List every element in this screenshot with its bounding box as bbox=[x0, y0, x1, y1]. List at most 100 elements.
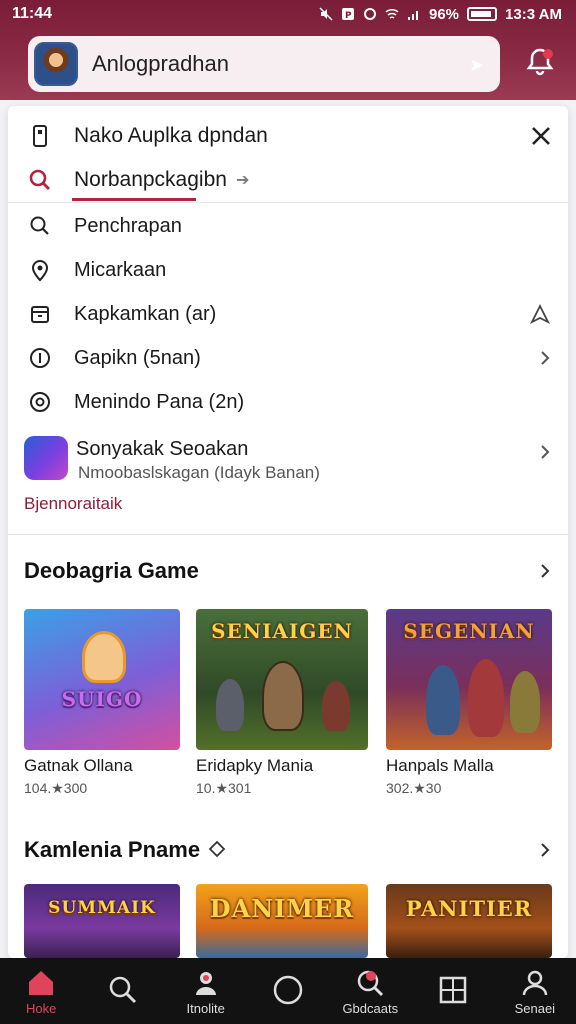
bell-icon[interactable] bbox=[524, 46, 556, 78]
thumbnail-title: SUMMAIK bbox=[48, 898, 156, 918]
game-rating: 104.★300 bbox=[24, 780, 88, 796]
divider bbox=[8, 534, 568, 535]
nav-label: Hoke bbox=[25, 1000, 57, 1016]
thumbnail-title: PANITIER bbox=[405, 896, 533, 921]
alarm-icon bbox=[364, 8, 376, 20]
game-card[interactable]: SENIAIGEN Eridapky Mania 10.★301 bbox=[196, 609, 368, 797]
suggestion-item[interactable]: Menindo Pana (2n) bbox=[8, 382, 568, 422]
status-clock: 13:3 AM bbox=[505, 5, 562, 23]
status-bar: 11:44 P 96% 13:3 AM bbox=[0, 0, 576, 28]
game-card[interactable]: DANIMER bbox=[196, 884, 368, 958]
profile-icon bbox=[522, 970, 548, 995]
phone-icon bbox=[33, 125, 47, 147]
search-query-text[interactable]: Norbanpckagibn bbox=[74, 168, 227, 192]
svg-text:P: P bbox=[345, 11, 352, 21]
section-title[interactable]: Deobagria Game bbox=[24, 558, 199, 584]
status-icons: P 96% 13:3 AM bbox=[319, 6, 562, 23]
suggestion-item[interactable]: Kapkamkan (ar) bbox=[8, 294, 568, 334]
search-icon bbox=[110, 976, 137, 1004]
chevron-right-icon[interactable] bbox=[538, 350, 552, 366]
home-icon bbox=[29, 970, 54, 995]
more-results-link[interactable]: Bjennoraitaik bbox=[24, 494, 122, 514]
notification-icon: P bbox=[342, 8, 354, 21]
game-rating: 302.★30 bbox=[386, 780, 442, 796]
character-figure bbox=[262, 661, 304, 731]
search-icon bbox=[29, 169, 50, 190]
nav-grid[interactable] bbox=[411, 958, 493, 1024]
nav-label: Gbdcaats bbox=[342, 1000, 399, 1016]
thumbnail-title: SENIAIGEN bbox=[211, 619, 353, 643]
arrow-right-icon: ➔ bbox=[236, 172, 250, 189]
chevron-right-icon[interactable] bbox=[538, 444, 552, 460]
diamond-icon bbox=[208, 840, 226, 858]
game-name: Eridapky Mania bbox=[196, 756, 314, 775]
suggested-app-title[interactable]: Sonyakak Seoakan bbox=[76, 438, 248, 461]
thumbnail-title: SEGENIAN bbox=[403, 619, 535, 643]
game-thumbnail[interactable]: SEGENIAN bbox=[386, 609, 552, 750]
panel-title: Nako Auplka dpndan bbox=[74, 124, 268, 147]
target-icon bbox=[30, 392, 50, 412]
suggested-app-subtitle: Nmoobaslskagan (Idayk Banan) bbox=[78, 463, 320, 482]
grid-icon bbox=[439, 976, 466, 1004]
chevron-right-icon[interactable] bbox=[538, 843, 552, 857]
suggestion-label: Kapkamkan (ar) bbox=[74, 302, 217, 325]
game-thumbnail[interactable]: PANITIER bbox=[386, 884, 552, 958]
thumbnail-title: DANIMER bbox=[209, 894, 355, 923]
section-title[interactable]: Kamlenia Pname bbox=[24, 837, 200, 863]
game-thumbnail[interactable]: SUMMAIK bbox=[24, 884, 180, 958]
mute-icon bbox=[319, 7, 333, 21]
nav-label: Senaei bbox=[514, 1000, 556, 1016]
nav-apps[interactable]: Itnolite bbox=[165, 958, 247, 1024]
apps-icon bbox=[195, 971, 216, 995]
search-query-row[interactable]: Norbanpckagibn ➔ bbox=[8, 158, 568, 202]
search-bar-text: Anlogpradhan bbox=[92, 51, 230, 76]
nav-home[interactable]: Hoke bbox=[0, 958, 82, 1024]
character-figure bbox=[82, 631, 126, 683]
nav-label: Itnolite bbox=[186, 1000, 225, 1016]
suggested-app-icon[interactable] bbox=[24, 436, 68, 480]
nav-search[interactable] bbox=[82, 958, 164, 1024]
nav-circle[interactable] bbox=[247, 958, 329, 1024]
character-figure bbox=[216, 679, 244, 731]
suggestion-item[interactable]: Penchrapan bbox=[8, 206, 568, 246]
search-badge-icon bbox=[358, 970, 384, 996]
suggestion-item[interactable]: Micarkaan bbox=[8, 250, 568, 290]
game-card[interactable]: SEGENIAN Hanpals Malla 302.★30 bbox=[386, 609, 552, 797]
status-time: 11:44 bbox=[12, 5, 53, 22]
game-card[interactable]: SUMMAIK bbox=[24, 884, 180, 958]
game-thumbnail[interactable]: SUIGO bbox=[24, 609, 180, 750]
game-card[interactable]: PANITIER bbox=[386, 884, 552, 958]
character-figure bbox=[426, 665, 460, 735]
game-thumbnail[interactable]: DANIMER bbox=[196, 884, 368, 958]
nav-profile[interactable]: Senaei bbox=[494, 958, 576, 1024]
character-figure bbox=[510, 671, 540, 733]
divider bbox=[8, 202, 568, 203]
character-figure bbox=[468, 659, 504, 737]
app-avatar-icon bbox=[34, 42, 78, 86]
close-icon[interactable] bbox=[530, 125, 552, 147]
query-underline bbox=[72, 198, 196, 201]
panel-header: Nako Auplka dpndan bbox=[8, 116, 568, 156]
suggestion-item[interactable]: Gapikn (5nan) bbox=[8, 338, 568, 378]
info-circle-icon bbox=[30, 348, 50, 368]
thumbnail-title: SUIGO bbox=[61, 687, 143, 711]
search-icon bbox=[30, 216, 49, 235]
game-thumbnail[interactable]: SENIAIGEN bbox=[196, 609, 368, 750]
chevron-right-icon[interactable] bbox=[538, 564, 552, 578]
nav-discover[interactable]: Gbdcaats bbox=[329, 958, 411, 1024]
top-bar: 11:44 P 96% 13:3 AM Anlogpradhan ➤ bbox=[0, 0, 576, 100]
search-suggestions-panel: Nako Auplka dpndan Norbanpckagibn ➔ Penc… bbox=[8, 106, 568, 958]
wifi-icon bbox=[385, 8, 399, 19]
location-pin-icon bbox=[31, 260, 49, 282]
game-rating: 10.★301 bbox=[196, 780, 252, 796]
game-name: Hanpals Malla bbox=[386, 756, 494, 775]
suggestion-label: Menindo Pana (2n) bbox=[74, 390, 245, 413]
suggestion-label: Gapikn (5nan) bbox=[74, 346, 201, 369]
fill-up-arrow-icon[interactable] bbox=[528, 302, 552, 326]
clear-arrow-icon[interactable]: ➤ bbox=[469, 55, 484, 76]
suggestion-label: Penchrapan bbox=[74, 214, 182, 237]
archive-icon bbox=[31, 306, 49, 323]
signal-icon bbox=[408, 11, 418, 20]
search-bar[interactable]: Anlogpradhan ➤ bbox=[28, 36, 500, 92]
game-card[interactable]: SUIGO Gatnak Ollana 104.★300 bbox=[24, 609, 180, 797]
